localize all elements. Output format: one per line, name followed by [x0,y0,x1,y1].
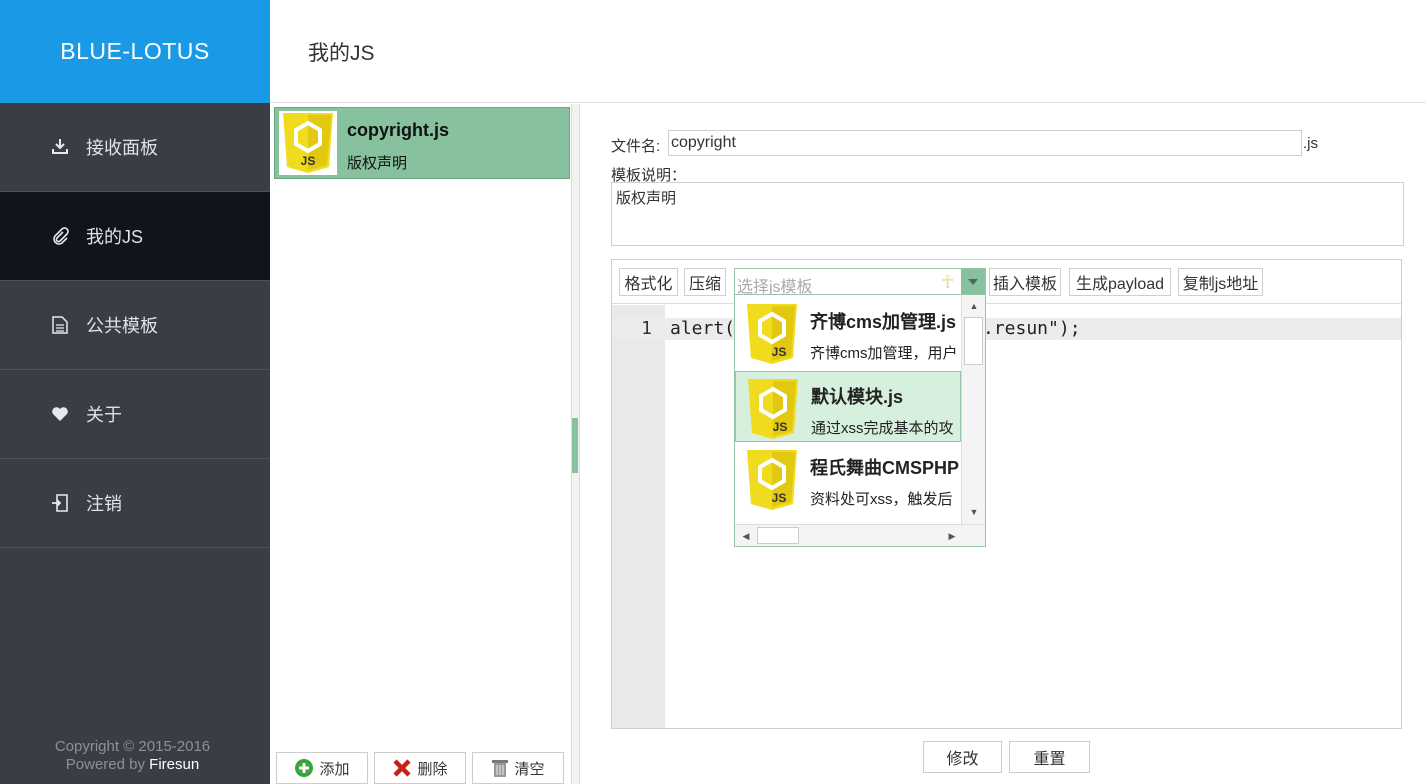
red-x-icon [392,758,412,778]
sidebar-item-label: 我的JS [86,227,144,247]
scroll-down-arrow-icon[interactable]: ▼ [964,504,984,520]
brand-logo[interactable]: BLUE-LOTUS [0,0,270,103]
svg-text:JS: JS [301,154,316,168]
dropdown-item-selected[interactable]: JS 默认模块.js 通过xss完成基本的攻 [735,371,961,442]
horizontal-scrollbar[interactable]: ◀ ▶ [735,524,985,546]
dropdown-item-title: 齐博cms加管理.js [810,312,957,332]
format-button[interactable]: 格式化 [619,268,678,296]
file-name: copyright.js [347,120,450,140]
dropdown-item-title: 程氏舞曲CMSPHP [810,458,960,478]
svg-text:JS: JS [772,491,787,505]
svg-text:JS: JS [772,345,787,359]
file-list-actions: 添加 删除 清空 [271,752,572,784]
code-text-start: alert( [670,318,736,339]
list-item[interactable]: JS copyright.js 版权声明 [274,107,570,179]
document-icon [50,315,70,335]
paperclip-icon [50,226,70,246]
sidebar-item-about[interactable]: 关于 [0,370,270,459]
powered-by: Powered by Firesun [0,756,265,774]
template-dropdown-list[interactable]: JS 齐博cms加管理.js 齐博cms加管理，用户 JS 默认模块.js 通过… [734,294,986,547]
sidebar-item-receive-panel[interactable]: 接收面板 [0,103,270,192]
line-gutter [612,305,665,728]
page-title: 我的JS [308,42,375,65]
plus-circle-icon [294,758,314,778]
file-description: 版权声明 [347,155,408,172]
filename-field[interactable] [668,130,1302,156]
dropdown-item-description: 齐博cms加管理，用户 [810,345,958,362]
clear-button-label: 清空 [514,760,545,778]
sidebar: BLUE-LOTUS 接收面板 我的JS 公共模板 关于 注销 Copyrigh… [0,0,270,784]
description-textarea[interactable]: 版权声明 [611,182,1404,246]
heart-icon [50,404,70,424]
vertical-scrollbar[interactable]: ▲ ▼ [961,295,985,525]
reset-button[interactable]: 重置 [1009,741,1090,773]
sidebar-item-label: 公共模板 [86,316,158,336]
compress-button[interactable]: 压缩 [684,268,726,296]
dropdown-item-title: 默认模块.js [811,387,904,407]
download-icon [50,137,70,157]
clear-button[interactable]: 清空 [472,752,564,784]
chevron-down-icon[interactable] [961,269,985,295]
sidebar-item-label: 注销 [86,494,122,514]
scroll-right-arrow-icon[interactable]: ▶ [942,528,962,544]
js-file-icon: JS [279,111,337,180]
powered-by-prefix: Powered by [65,756,145,773]
filename-suffix: .js [1303,135,1318,152]
js-file-list: JS copyright.js 版权声明 [271,104,572,784]
logout-icon [50,493,70,513]
filename-label: 文件名: [611,138,661,155]
add-button[interactable]: 添加 [276,752,368,784]
sidebar-item-public-templates[interactable]: 公共模板 [0,281,270,370]
dropdown-item-description: 资料处可xss，触发后 [810,491,953,508]
delete-button[interactable]: 删除 [374,752,466,784]
powered-by-name[interactable]: Firesun [149,756,199,773]
generate-payload-button[interactable]: 生成payload [1069,268,1171,296]
dropdown-item[interactable]: JS 程氏舞曲CMSPHP 资料处可xss，触发后 [735,443,961,524]
ankh-icon: ☥ [941,272,955,292]
dropdown-item[interactable]: JS 齐博cms加管理.js 齐博cms加管理，用户 [735,297,961,368]
svg-text:JS: JS [773,420,788,434]
js-file-icon: JS [743,302,801,368]
code-editor[interactable]: 格式化 压缩 选择js模板 ☥ 插入模板 生成payload 复制js地址 1 … [611,259,1402,729]
js-file-icon: JS [744,377,802,441]
code-line[interactable]: alert( [670,318,735,340]
dropdown-item-description: 通过xss完成基本的攻 [811,420,954,437]
sidebar-item-label: 关于 [86,405,122,425]
scroll-up-arrow-icon[interactable]: ▲ [964,298,984,314]
copyright-text: Copyright © 2015-2016 [54,738,211,755]
add-button-label: 添加 [319,760,350,778]
code-line-tail: .resun"); [983,318,1081,339]
delete-button-label: 删除 [417,760,448,778]
sidebar-item-my-js[interactable]: 我的JS [0,192,270,281]
sidebar-footer: Copyright © 2015-2016 Powered by Firesun [0,738,265,774]
page-header: 我的JS [270,0,1426,103]
modify-button[interactable]: 修改 [923,741,1002,773]
splitter-handle[interactable] [572,418,578,473]
scrollbar-thumb[interactable] [757,527,799,544]
trash-icon [491,758,509,778]
insert-template-button[interactable]: 插入模板 [989,268,1061,296]
scroll-left-arrow-icon[interactable]: ◀ [736,528,756,544]
sidebar-item-logout[interactable]: 注销 [0,459,270,548]
editor-toolbar: 格式化 压缩 选择js模板 ☥ 插入模板 生成payload 复制js地址 [612,260,1401,304]
sidebar-item-label: 接收面板 [86,138,158,158]
copy-js-url-button[interactable]: 复制js地址 [1178,268,1263,296]
scrollbar-thumb[interactable] [964,317,983,365]
js-file-icon: JS [743,448,801,517]
line-number: 1 [641,318,652,339]
template-select[interactable]: 选择js模板 ☥ [734,268,986,296]
